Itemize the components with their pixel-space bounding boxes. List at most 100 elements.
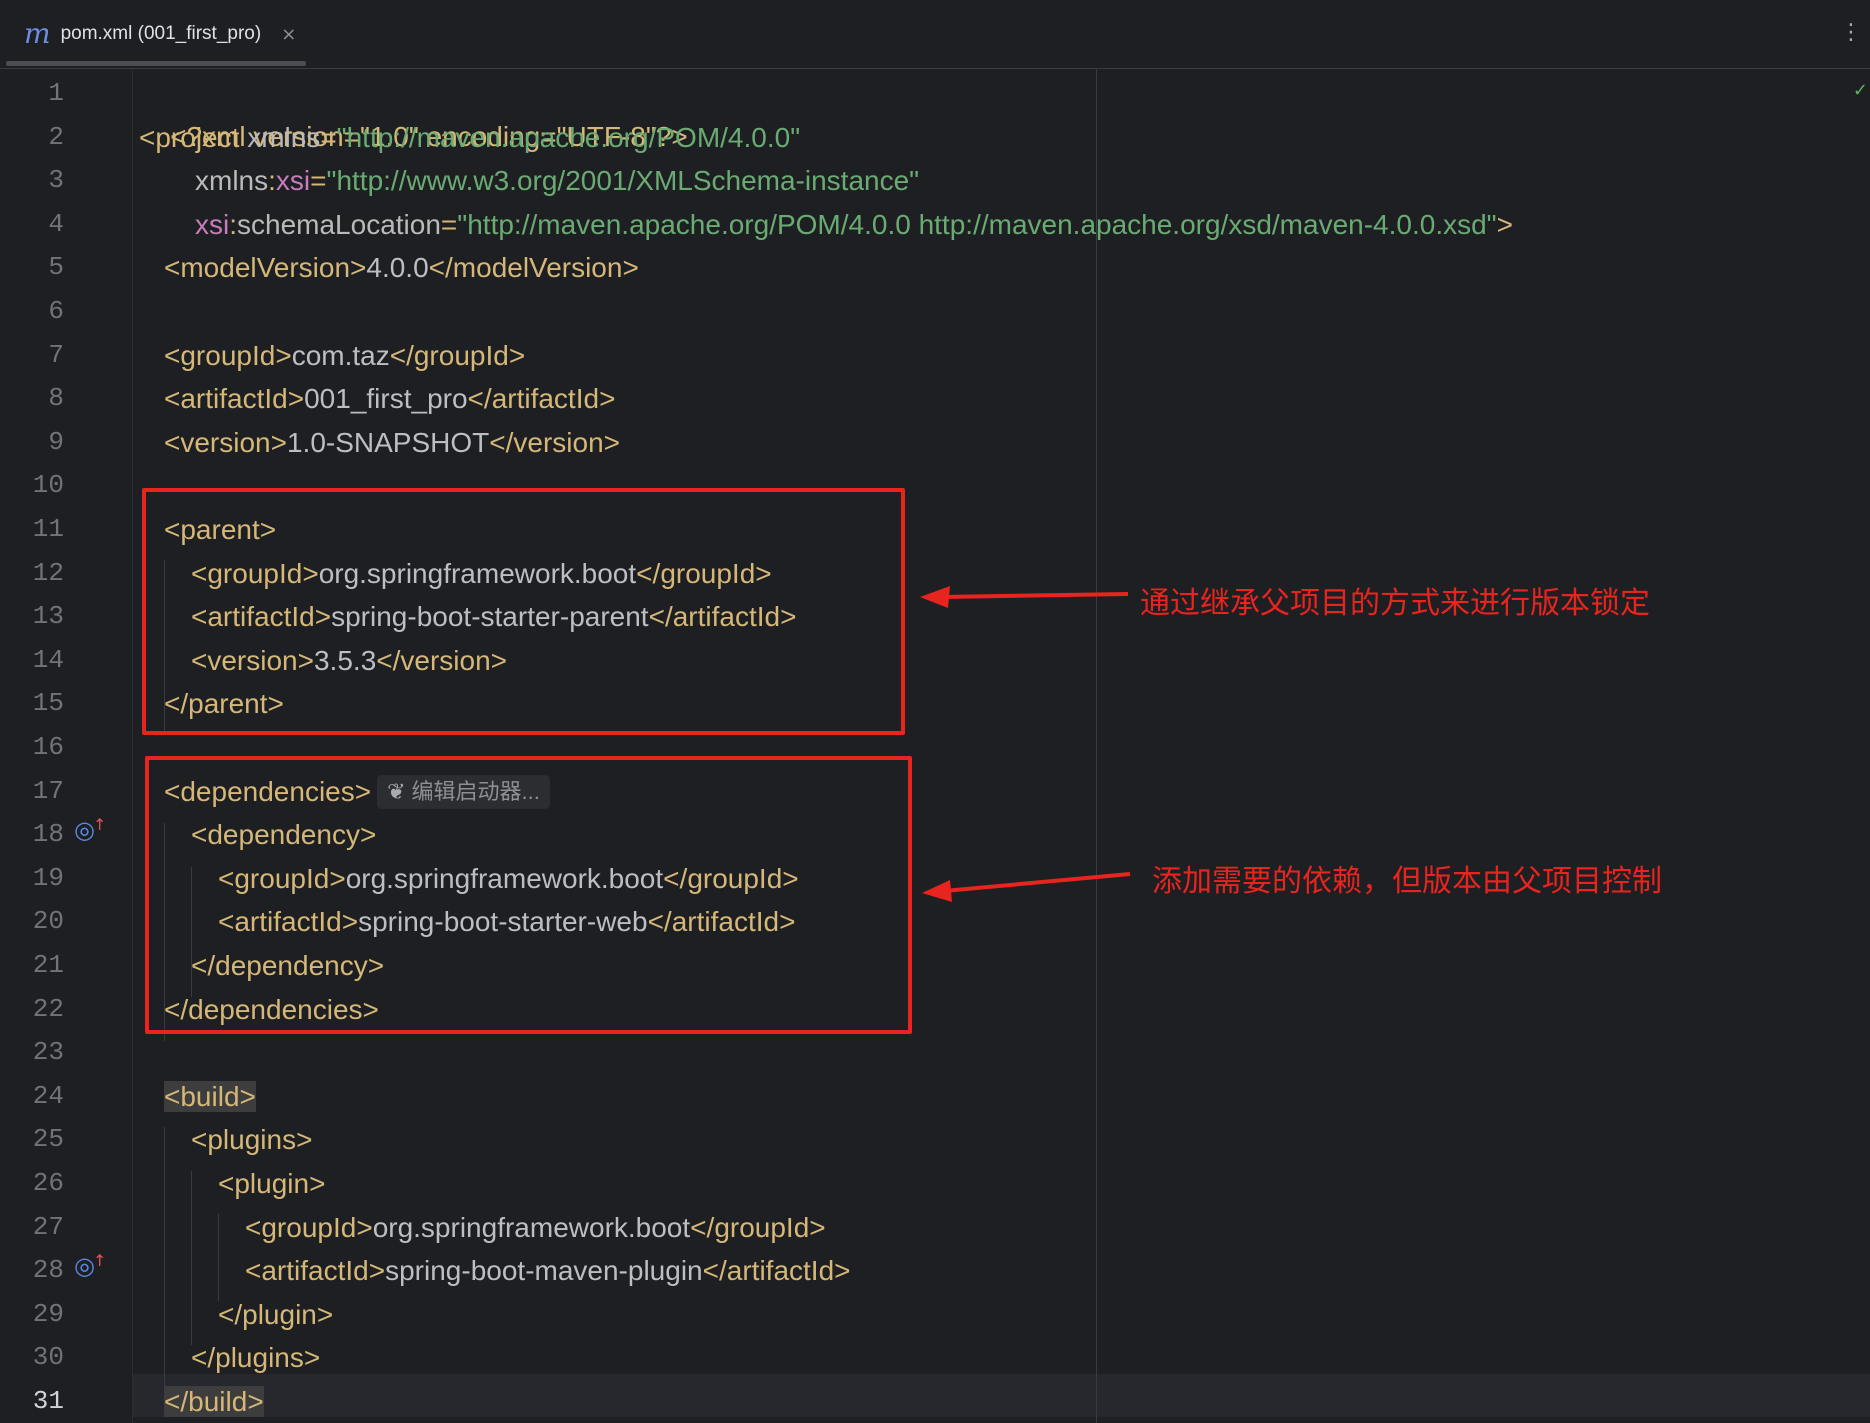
line-number[interactable]: 10 bbox=[0, 464, 64, 507]
tag-end-open: </ bbox=[164, 1386, 189, 1417]
line-number[interactable]: 27 bbox=[0, 1206, 64, 1249]
colon: : bbox=[268, 165, 276, 196]
code-line[interactable]: <version>1.0-SNAPSHOT</version> bbox=[164, 421, 620, 464]
tag-close: > bbox=[296, 1124, 313, 1155]
code-line[interactable]: xmlns:xsi="http://www.w3.org/2001/XMLSch… bbox=[195, 159, 919, 202]
attr-value: "http://maven.apache.org/POM/4.0.0" bbox=[336, 122, 801, 153]
tag-close: > bbox=[356, 1212, 373, 1243]
dependency-override-icon[interactable]: ◎↑ bbox=[74, 1253, 108, 1279]
code-line[interactable]: <project xmlns="http://maven.apache.org/… bbox=[139, 116, 800, 159]
tag-name: groupId bbox=[413, 340, 509, 371]
line-number[interactable]: 22 bbox=[0, 988, 64, 1031]
line-number[interactable]: 17 bbox=[0, 770, 64, 813]
line-number[interactable]: 9 bbox=[0, 421, 64, 464]
tag-name: artifactId bbox=[261, 1255, 369, 1286]
code-line[interactable]: xsi:schemaLocation="http://maven.apache.… bbox=[195, 203, 1513, 246]
tag-name: version bbox=[513, 427, 604, 458]
line-number[interactable]: 18 bbox=[0, 813, 64, 856]
line-number[interactable]: 1 bbox=[0, 72, 64, 115]
tag-name: modelVersion bbox=[452, 252, 623, 283]
line-number[interactable]: 2 bbox=[0, 116, 64, 159]
line-number[interactable]: 24 bbox=[0, 1075, 64, 1118]
element-text: org.springframework.boot bbox=[372, 1212, 691, 1243]
indent-guide bbox=[164, 1127, 165, 1388]
equals: = bbox=[440, 209, 458, 240]
tag-end-open: </ bbox=[489, 427, 514, 458]
annotation-dependencies-text: 添加需要的依赖，但版本由父项目控制 bbox=[1152, 864, 1662, 899]
tag-name: build bbox=[188, 1386, 248, 1417]
code-line[interactable]: <build> bbox=[164, 1075, 256, 1118]
code-line[interactable]: <artifactId>spring-boot-maven-plugin</ar… bbox=[245, 1249, 851, 1292]
code-line[interactable]: <plugin> bbox=[218, 1162, 325, 1205]
tag-close: > bbox=[275, 340, 292, 371]
attr-name: schemaLocation bbox=[237, 209, 441, 240]
tab-pom-xml[interactable]: m pom.xml (001_first_pro) × bbox=[6, 0, 306, 68]
more-options-icon[interactable]: ⋮ bbox=[1840, 22, 1862, 44]
line-number[interactable]: 13 bbox=[0, 595, 64, 638]
tag-end-open: </ bbox=[690, 1212, 715, 1243]
line-number[interactable]: 29 bbox=[0, 1293, 64, 1336]
line-number-gutter[interactable]: 1 2 3 4 5 6 7 8 9 10 11 12 13 14 15 16 17 18 19 20 21 22 23 24 2… bbox=[0, 69, 133, 1423]
tag-open: < bbox=[164, 1081, 181, 1112]
code-line[interactable]: <plugins> bbox=[191, 1118, 312, 1161]
line-number[interactable]: 16 bbox=[0, 726, 64, 769]
line-number[interactable]: 31 bbox=[0, 1380, 64, 1423]
line-number[interactable]: 25 bbox=[0, 1118, 64, 1161]
code-editor[interactable]: <?xml version="1.0" encoding="UTF-8"?> <… bbox=[133, 69, 1870, 1423]
element-text: spring-boot-maven-plugin bbox=[385, 1255, 703, 1286]
code-line[interactable]: <?xml version="1.0" encoding="UTF-8"?> bbox=[139, 72, 688, 152]
line-number[interactable]: 14 bbox=[0, 639, 64, 682]
tag-close: > bbox=[316, 1299, 334, 1330]
attr-name: xmlns bbox=[195, 165, 269, 196]
dependencies-annotation-box bbox=[145, 756, 912, 1034]
code-line[interactable]: <groupId>com.taz</groupId> bbox=[164, 334, 525, 377]
tag-end-open: </ bbox=[218, 1299, 243, 1330]
line-number[interactable]: 6 bbox=[0, 290, 64, 333]
tag-open: < bbox=[139, 122, 156, 153]
close-icon[interactable]: × bbox=[281, 24, 296, 45]
line-number[interactable]: 23 bbox=[0, 1031, 64, 1074]
line-number[interactable]: 20 bbox=[0, 900, 64, 943]
tag-end-open: </ bbox=[389, 340, 414, 371]
line-number[interactable]: 5 bbox=[0, 246, 64, 289]
line-number[interactable]: 12 bbox=[0, 552, 64, 595]
line-number[interactable]: 8 bbox=[0, 377, 64, 420]
maven-file-icon: m bbox=[24, 17, 51, 50]
line-number[interactable]: 15 bbox=[0, 682, 64, 725]
line-number[interactable]: 26 bbox=[0, 1162, 64, 1205]
dependency-override-icon[interactable]: ◎↑ bbox=[74, 817, 108, 843]
tag-open: < bbox=[245, 1212, 262, 1243]
line-number[interactable]: 28 bbox=[0, 1249, 64, 1292]
line-number[interactable]: 11 bbox=[0, 508, 64, 551]
code-line[interactable]: <groupId>org.springframework.boot</group… bbox=[245, 1206, 826, 1249]
tag-name: plugins bbox=[215, 1342, 304, 1373]
tag-name: plugins bbox=[207, 1124, 297, 1155]
matched-tag-highlight: </build> bbox=[164, 1386, 264, 1417]
line-number[interactable]: 19 bbox=[0, 857, 64, 900]
active-tab-indicator bbox=[6, 61, 306, 66]
element-text: 1.0-SNAPSHOT bbox=[286, 427, 490, 458]
line-number[interactable]: 7 bbox=[0, 334, 64, 377]
line-number[interactable]: 3 bbox=[0, 159, 64, 202]
code-line[interactable]: <artifactId>001_first_pro</artifactId> bbox=[164, 377, 615, 420]
tag-close: > bbox=[508, 340, 526, 371]
tag-end-open: </ bbox=[191, 1342, 216, 1373]
code-line[interactable]: </plugin> bbox=[218, 1293, 333, 1336]
line-number[interactable]: 21 bbox=[0, 944, 64, 987]
tag-close: > bbox=[270, 427, 287, 458]
equals: = bbox=[320, 122, 337, 153]
tag-close: > bbox=[303, 1342, 321, 1373]
code-line[interactable]: </build> bbox=[164, 1380, 264, 1423]
tag-name: artifactId bbox=[180, 383, 288, 414]
line-number[interactable]: 30 bbox=[0, 1336, 64, 1379]
tag-close: > bbox=[809, 1212, 826, 1243]
tag-open: < bbox=[164, 383, 181, 414]
code-line[interactable]: </plugins> bbox=[191, 1336, 320, 1379]
tag-open: < bbox=[218, 1168, 235, 1199]
tag-close: > bbox=[247, 1386, 264, 1417]
code-line[interactable]: <modelVersion>4.0.0</modelVersion> bbox=[164, 246, 639, 289]
parent-annotation-box bbox=[142, 488, 905, 735]
tab-label: pom.xml (001_first_pro) bbox=[60, 23, 262, 44]
tag-close: > bbox=[287, 383, 305, 414]
line-number[interactable]: 4 bbox=[0, 203, 64, 246]
